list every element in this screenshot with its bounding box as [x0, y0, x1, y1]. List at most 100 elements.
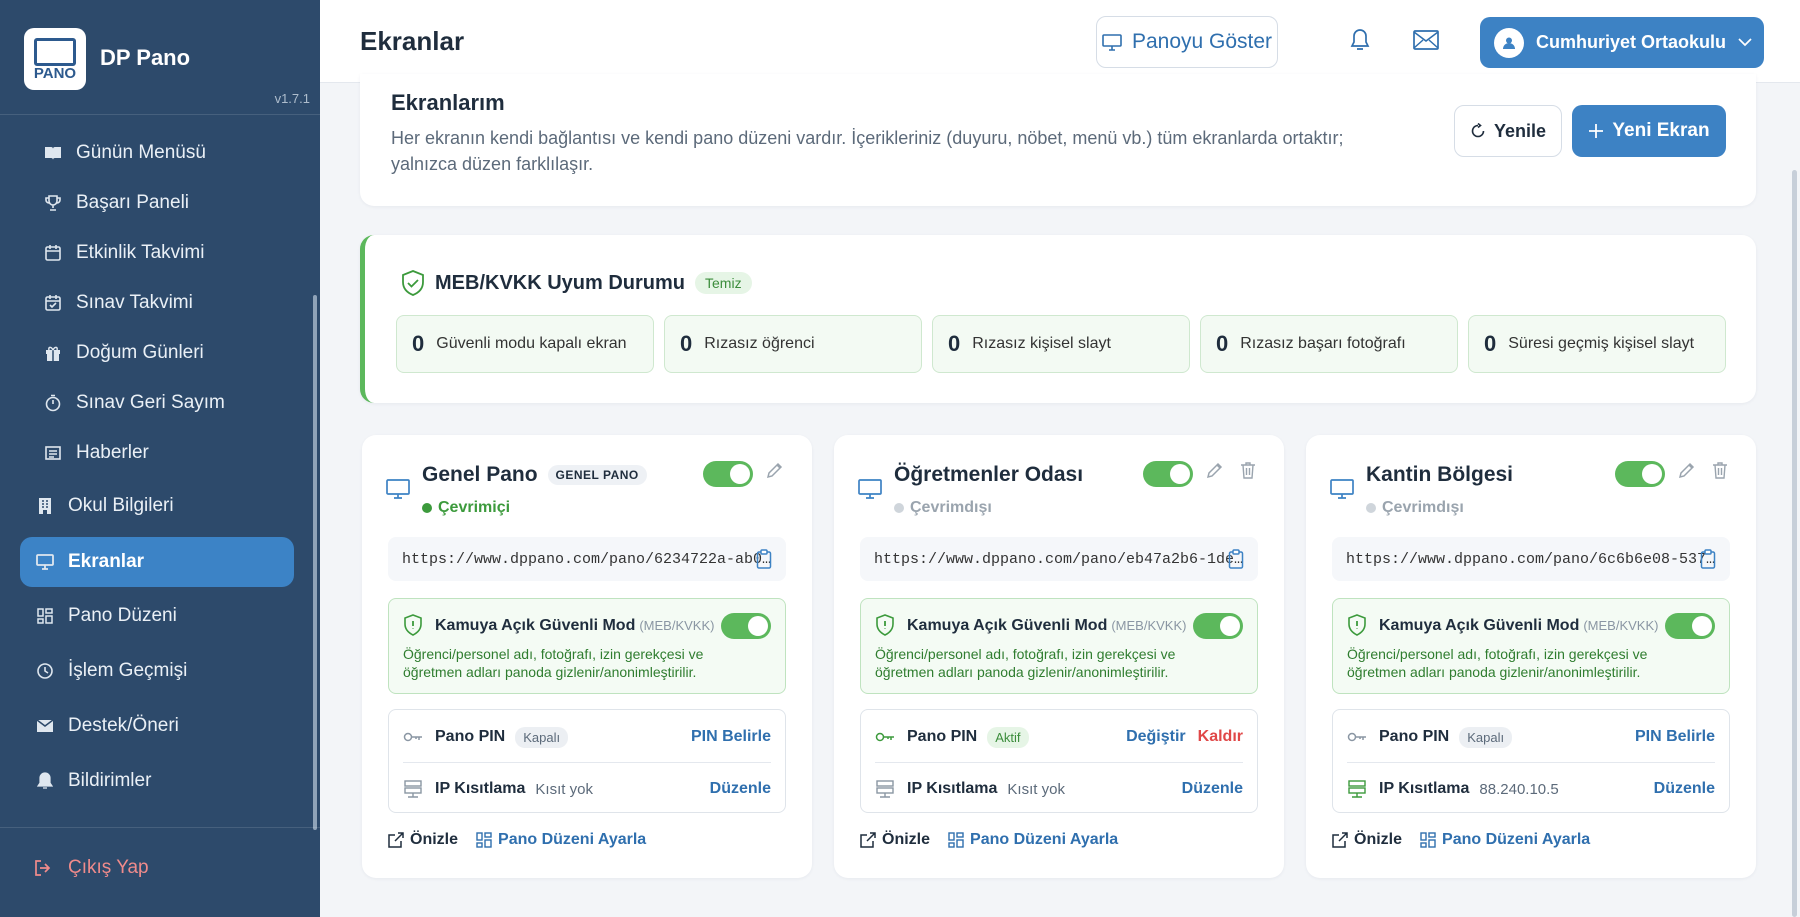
edit-pencil-icon[interactable] [766, 461, 784, 479]
change-pin-link[interactable]: Değiştir [1126, 728, 1186, 746]
screen-url-field[interactable]: https://www.dppano.com/pano/eb47a2b6-1de… [860, 537, 1258, 581]
screen-active-toggle[interactable] [703, 461, 753, 487]
logout-button[interactable]: Çıkış Yap [34, 857, 149, 879]
safe-mode-toggle[interactable] [1665, 613, 1715, 639]
sidebar-item-ekranlar[interactable]: Ekranlar [20, 537, 294, 587]
edit-ip-link[interactable]: Düzenle [710, 780, 771, 798]
sidebar-item-sinav-geri-sayim[interactable]: Sınav Geri Sayım [20, 379, 294, 427]
security-settings: Pano PIN Aktif Değiştir Kaldır IP Kısıtla… [860, 709, 1258, 813]
screen-card-ogretmenler-odasi: Öğretmenler Odası Çevrimdışı https://www… [834, 435, 1284, 878]
screen-active-toggle[interactable] [1143, 461, 1193, 487]
set-pin-link[interactable]: PIN Belirle [691, 728, 771, 746]
preview-link[interactable]: Önizle [1332, 831, 1402, 849]
sidebar-item-basari-paneli[interactable]: Başarı Paneli [20, 179, 294, 227]
newspaper-icon [42, 442, 64, 464]
default-tag: GENEL PANO [547, 465, 647, 485]
sidebar-item-etkinlik-takvimi[interactable]: Etkinlik Takvimi [20, 229, 294, 277]
chevron-down-icon [1738, 38, 1752, 47]
stat-label: Süresi geçmiş kişisel slayt [1508, 335, 1695, 352]
copy-clipboard-icon[interactable] [1228, 549, 1244, 569]
refresh-button[interactable]: Yenile [1454, 105, 1562, 157]
ip-label: IP Kısıtlama [435, 780, 526, 797]
sidebar-item-label: Pano Düzeni [68, 605, 177, 626]
external-link-icon [860, 832, 876, 848]
layout-settings-link[interactable]: Pano Düzeni Ayarla [1420, 831, 1590, 849]
pin-state-badge: Kapalı [515, 726, 569, 748]
trash-icon[interactable] [1240, 461, 1256, 479]
screen-name: Öğretmenler Odası [894, 463, 1083, 487]
stat-count: 0 [412, 331, 425, 356]
preview-link[interactable]: Önizle [388, 831, 458, 849]
screen-active-toggle[interactable] [1615, 461, 1665, 487]
edit-ip-link[interactable]: Düzenle [1182, 780, 1243, 798]
sidebar-item-dogum-gunleri[interactable]: Doğum Günleri [20, 329, 294, 377]
safe-mode-description: Öğrenci/personel adı, fotoğrafı, izin ge… [1347, 646, 1648, 680]
sidebar-item-label: Ekranlar [68, 551, 145, 572]
preview-link[interactable]: Önizle [860, 831, 930, 849]
ip-value: Kısıt yok [1007, 780, 1065, 798]
show-board-button[interactable]: Panoyu Göster [1096, 16, 1278, 68]
copy-clipboard-icon[interactable] [756, 549, 772, 569]
safe-mode-subtitle: (MEB/KVKK) [1583, 618, 1659, 633]
pin-row: Pano PIN Kapalı PIN Belirle [403, 712, 771, 762]
status-text: Çevrimdışı [1382, 499, 1464, 516]
logout-label: Çıkış Yap [68, 857, 149, 878]
edit-pencil-icon[interactable] [1678, 461, 1696, 479]
copy-clipboard-icon[interactable] [1700, 549, 1716, 569]
messages-envelope-icon[interactable] [1412, 26, 1440, 54]
screen-url-field[interactable]: https://www.dppano.com/pano/6234722a-ab0… [388, 537, 786, 581]
sidebar-item-gunun-menusu[interactable]: Günün Menüsü [20, 129, 294, 177]
trash-icon[interactable] [1712, 461, 1728, 479]
sidebar-divider [0, 827, 320, 828]
set-pin-link[interactable]: PIN Belirle [1635, 728, 1715, 746]
divider [1347, 762, 1715, 763]
remove-pin-link[interactable]: Kaldır [1198, 728, 1243, 746]
user-menu-button[interactable]: Cumhuriyet Ortaokulu [1480, 17, 1764, 68]
edit-ip-link[interactable]: Düzenle [1654, 780, 1715, 798]
logo-board-icon [34, 38, 76, 66]
status-dot [1366, 503, 1376, 513]
screens-intro-card: Ekranlarım Her ekranın kendi bağlantısı … [360, 74, 1756, 206]
safe-mode-toggle[interactable] [721, 613, 771, 639]
sidebar-item-islem-gecmisi[interactable]: İşlem Geçmişi [20, 647, 294, 695]
stat-count: 0 [1484, 331, 1497, 356]
layout-icon [948, 832, 964, 848]
compliance-stat: 0 Süresi geçmiş kişisel slayt [1468, 315, 1726, 373]
sidebar-item-pano-duzeni[interactable]: Pano Düzeni [20, 592, 294, 640]
sidebar-scrollbar[interactable] [313, 295, 317, 830]
sidebar-item-haberler[interactable]: Haberler [20, 429, 294, 477]
sidebar-item-label: Okul Bilgileri [68, 495, 174, 516]
security-settings: Pano PIN Kapalı PIN Belirle IP Kısıtlama… [388, 709, 786, 813]
edit-pencil-icon[interactable] [1206, 461, 1224, 479]
divider [875, 762, 1243, 763]
sidebar-item-label: Etkinlik Takvimi [76, 242, 205, 263]
preview-label: Önizle [882, 831, 931, 848]
notifications-bell-icon[interactable] [1346, 26, 1374, 54]
screen-name-text: Öğretmenler Odası [894, 463, 1084, 486]
new-screen-button[interactable]: Yeni Ekran [1572, 105, 1726, 157]
ip-row: IP Kısıtlama 88.240.10.5 Düzenle [1347, 764, 1715, 814]
safe-mode-title: Kamuya Açık Güvenli Mod (MEB/KVKK) [1379, 617, 1658, 635]
pin-state-badge: Kapalı [1459, 726, 1513, 748]
sidebar-item-label: İşlem Geçmişi [68, 660, 188, 681]
screen-card-genel-pano: Genel Pano GENEL PANO Çevrimiçi https://w… [362, 435, 812, 878]
stat-count: 0 [680, 331, 693, 356]
sidebar-item-destek-oneri[interactable]: Destek/Öneri [20, 702, 294, 750]
sidebar-item-okul-bilgileri[interactable]: Okul Bilgileri [20, 482, 294, 530]
ip-label: IP Kısıtlama [907, 780, 998, 797]
screen-url-field[interactable]: https://www.dppano.com/pano/6c6b6e08-537… [1332, 537, 1730, 581]
status-text: Çevrimiçi [438, 499, 511, 516]
logo[interactable]: PANO [24, 28, 86, 90]
safe-mode-toggle[interactable] [1193, 613, 1243, 639]
ip-label: IP Kısıtlama [1379, 780, 1470, 797]
main-scrollbar[interactable] [1792, 170, 1797, 917]
sidebar-item-sinav-takvimi[interactable]: Sınav Takvimi [20, 279, 294, 327]
safe-mode-subtitle: (MEB/KVKK) [1111, 618, 1187, 633]
network-icon [875, 780, 897, 798]
safe-mode-panel: Kamuya Açık Güvenli Mod (MEB/KVKK) Öğrenc… [1332, 598, 1730, 694]
pin-label: Pano PIN [1379, 728, 1450, 745]
envelope-icon [34, 715, 56, 737]
layout-settings-link[interactable]: Pano Düzeni Ayarla [476, 831, 646, 849]
sidebar-item-bildirimler[interactable]: Bildirimler [20, 757, 294, 805]
layout-settings-link[interactable]: Pano Düzeni Ayarla [948, 831, 1118, 849]
